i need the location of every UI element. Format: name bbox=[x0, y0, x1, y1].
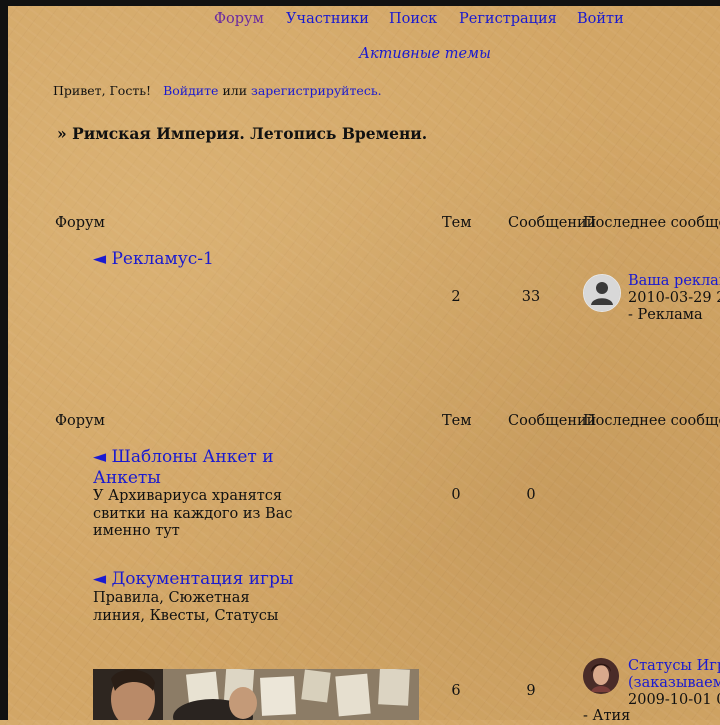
nav-register-link[interactable]: Регистрация bbox=[459, 11, 557, 27]
topics-count: 6 bbox=[451, 683, 461, 699]
forum-title-link[interactable]: ◄ Шаблоны Анкет и Анкеты bbox=[93, 447, 293, 489]
posts-count: 9 bbox=[526, 683, 536, 699]
forum-title-link[interactable]: ◄ Рекламус-1 bbox=[93, 249, 214, 270]
user-silhouette-icon bbox=[584, 275, 620, 311]
last-post-date: 2010-03-29 2 bbox=[628, 290, 720, 306]
nav-search-link[interactable]: Поиск bbox=[389, 11, 437, 27]
column-header-last-post: Последнее сообщение bbox=[583, 215, 720, 231]
forum-description: Правила, Сюжетная линия, Квесты, Статусы bbox=[93, 590, 279, 624]
nav-forum-link[interactable]: Форум bbox=[214, 11, 264, 27]
left-border bbox=[0, 0, 8, 720]
column-header-forum: Форум bbox=[55, 413, 105, 429]
forum-title-link[interactable]: ◄ Документация игры bbox=[93, 569, 293, 590]
nav-login-link[interactable]: Войти bbox=[577, 11, 624, 27]
last-post-link[interactable]: Статусы Игр bbox=[628, 658, 720, 675]
posts-count: 33 bbox=[521, 289, 541, 305]
posts-count: 0 bbox=[526, 487, 536, 503]
welcome-bar: Привет, Гость! Войдите или зарегистрируй… bbox=[53, 83, 382, 98]
last-post-subtitle-link[interactable]: (заказываем bbox=[628, 675, 720, 692]
user-avatar[interactable] bbox=[583, 658, 619, 694]
column-header-topics: Тем bbox=[442, 215, 472, 231]
page-title: Римская Империя. Летопись Времени. bbox=[72, 124, 428, 143]
forum-description: У Архивариуса хранятся свитки на каждого… bbox=[93, 488, 293, 539]
topics-count: 2 bbox=[451, 289, 461, 305]
banner-picture bbox=[93, 669, 419, 720]
greeting-text: Привет, Гость! bbox=[53, 83, 152, 98]
breadcrumb: » Римская Империя. Летопись Времени. bbox=[57, 124, 427, 143]
default-avatar[interactable] bbox=[583, 274, 621, 312]
column-header-topics: Тем bbox=[442, 413, 472, 429]
welcome-register-link[interactable]: зарегистрируйтесь. bbox=[251, 83, 382, 98]
welcome-or-text: или bbox=[222, 83, 248, 98]
topics-count: 0 bbox=[451, 487, 461, 503]
breadcrumb-prefix: » bbox=[57, 124, 67, 143]
column-header-last-post: Последнее сообщение bbox=[583, 413, 720, 429]
last-post-date: 2009-10-01 0 bbox=[628, 692, 720, 708]
last-post-link[interactable]: Ваша реклама bbox=[628, 273, 720, 290]
forum-banner-image[interactable] bbox=[93, 669, 419, 720]
top-border bbox=[0, 0, 720, 6]
active-topics-link[interactable]: Активные темы bbox=[359, 46, 491, 62]
welcome-login-link[interactable]: Войдите bbox=[163, 83, 218, 98]
last-post-author: - Реклама bbox=[628, 307, 703, 323]
nav-members-link[interactable]: Участники bbox=[286, 11, 369, 27]
avatar-picture bbox=[583, 658, 619, 694]
column-header-forum: Форум bbox=[55, 215, 105, 231]
last-post-author: - Атия bbox=[583, 708, 631, 724]
